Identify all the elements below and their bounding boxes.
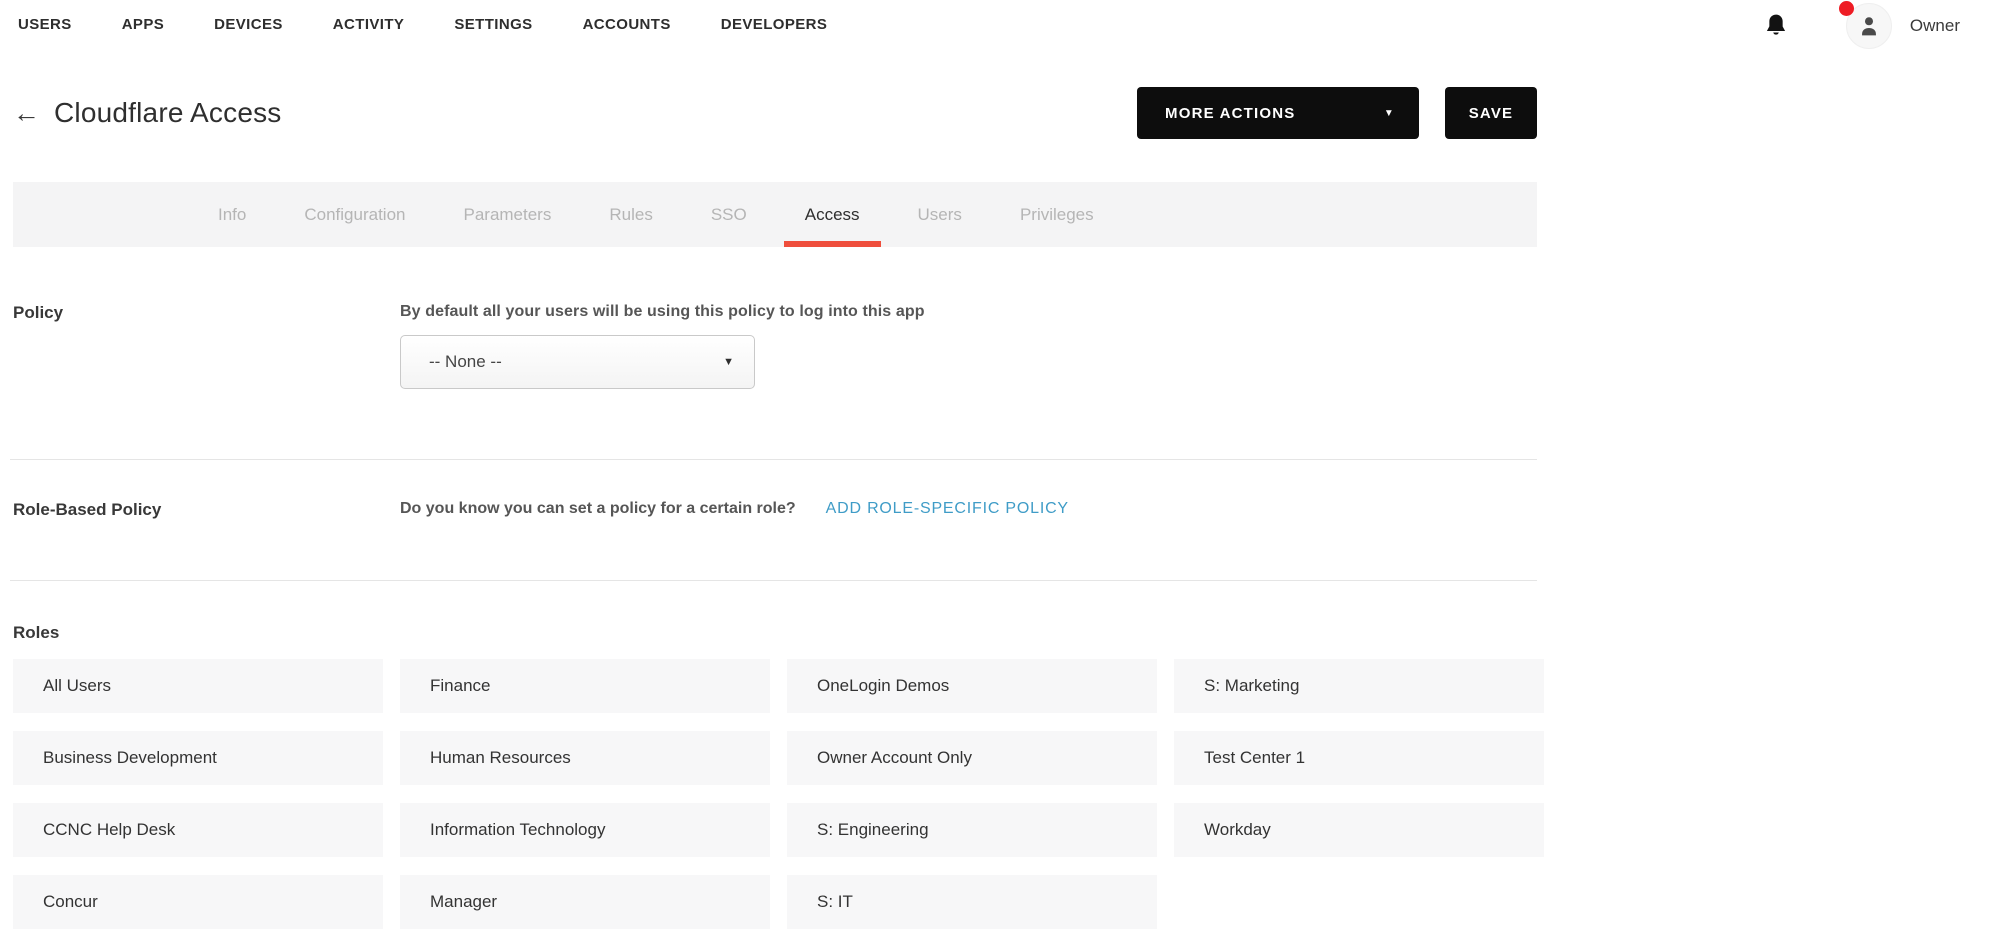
- nav-item-settings[interactable]: SETTINGS: [454, 16, 532, 33]
- page-title: Cloudflare Access: [54, 97, 282, 129]
- role-chip-test-center-1[interactable]: Test Center 1: [1174, 731, 1544, 785]
- role-chip-business-development[interactable]: Business Development: [13, 731, 383, 785]
- role-chip-ccnc-help-desk[interactable]: CCNC Help Desk: [13, 803, 383, 857]
- back-arrow-icon[interactable]: ←: [13, 100, 40, 127]
- policy-section: Policy By default all your users will be…: [13, 303, 1537, 389]
- policy-select-value: -- None --: [429, 352, 502, 372]
- tab-parameters[interactable]: Parameters: [463, 182, 551, 247]
- role-chip-finance[interactable]: Finance: [400, 659, 770, 713]
- role-chip-concur[interactable]: Concur: [13, 875, 383, 929]
- role-chip-owner-account-only[interactable]: Owner Account Only: [787, 731, 1157, 785]
- role-based-policy-content: Do you know you can set a policy for a c…: [400, 500, 1069, 520]
- role-chip-all-users[interactable]: All Users: [13, 659, 383, 713]
- roles-section-label: Roles: [13, 623, 1999, 643]
- nav-item-accounts[interactable]: ACCOUNTS: [583, 16, 671, 33]
- nav-item-devices[interactable]: DEVICES: [214, 16, 283, 33]
- caret-down-icon: ▼: [1384, 108, 1395, 119]
- tab-sso[interactable]: SSO: [711, 182, 747, 247]
- roles-section: Roles All Users Finance OneLogin Demos S…: [13, 623, 1999, 929]
- notification-bell-icon[interactable]: [1762, 12, 1790, 40]
- policy-section-content: By default all your users will be using …: [400, 303, 925, 389]
- role-chip-s-marketing[interactable]: S: Marketing: [1174, 659, 1544, 713]
- role-chip-onelogin-demos[interactable]: OneLogin Demos: [787, 659, 1157, 713]
- nav-right-cluster: Owner: [1762, 4, 1960, 48]
- avatar-notification-dot: [1839, 1, 1854, 16]
- nav-item-developers[interactable]: DEVELOPERS: [721, 16, 828, 33]
- roles-grid: All Users Finance OneLogin Demos S: Mark…: [13, 659, 1999, 929]
- role-based-policy-section: Role-Based Policy Do you know you can se…: [13, 500, 1537, 520]
- role-chip-information-technology[interactable]: Information Technology: [400, 803, 770, 857]
- tab-rules[interactable]: Rules: [609, 182, 652, 247]
- role-based-policy-label: Role-Based Policy: [13, 500, 400, 520]
- user-avatar[interactable]: [1846, 3, 1892, 49]
- more-actions-button[interactable]: MORE ACTIONS ▼: [1137, 87, 1419, 139]
- role-chip-workday[interactable]: Workday: [1174, 803, 1544, 857]
- add-role-specific-policy-link[interactable]: ADD ROLE-SPECIFIC POLICY: [826, 500, 1069, 518]
- role-based-policy-question: Do you know you can set a policy for a c…: [400, 500, 796, 518]
- tab-access[interactable]: Access: [805, 182, 860, 247]
- role-chip-s-engineering[interactable]: S: Engineering: [787, 803, 1157, 857]
- page-header: ← Cloudflare Access MORE ACTIONS ▼ SAVE: [13, 87, 1537, 139]
- select-caret-down-icon: ▼: [723, 356, 734, 368]
- more-actions-label: MORE ACTIONS: [1165, 105, 1296, 122]
- nav-item-users[interactable]: USERS: [18, 16, 72, 33]
- tab-privileges[interactable]: Privileges: [1020, 182, 1094, 247]
- tab-info[interactable]: Info: [218, 182, 246, 247]
- role-chip-manager[interactable]: Manager: [400, 875, 770, 929]
- section-divider: [10, 580, 1537, 581]
- save-button[interactable]: SAVE: [1445, 87, 1537, 139]
- policy-help-text: By default all your users will be using …: [400, 303, 925, 321]
- app-tabs: Info Configuration Parameters Rules SSO …: [13, 182, 1537, 247]
- policy-section-label: Policy: [13, 303, 400, 389]
- policy-select[interactable]: -- None -- ▼: [400, 335, 755, 389]
- top-navigation: USERS APPS DEVICES ACTIVITY SETTINGS ACC…: [0, 0, 1999, 42]
- tab-configuration[interactable]: Configuration: [304, 182, 405, 247]
- person-icon: [1856, 13, 1882, 39]
- nav-item-activity[interactable]: ACTIVITY: [333, 16, 405, 33]
- role-chip-s-it[interactable]: S: IT: [787, 875, 1157, 929]
- role-chip-human-resources[interactable]: Human Resources: [400, 731, 770, 785]
- account-owner-label[interactable]: Owner: [1910, 16, 1960, 36]
- section-divider: [10, 459, 1537, 460]
- nav-item-apps[interactable]: APPS: [122, 16, 164, 33]
- header-buttons: MORE ACTIONS ▼ SAVE: [1137, 87, 1537, 139]
- tab-users[interactable]: Users: [918, 182, 962, 247]
